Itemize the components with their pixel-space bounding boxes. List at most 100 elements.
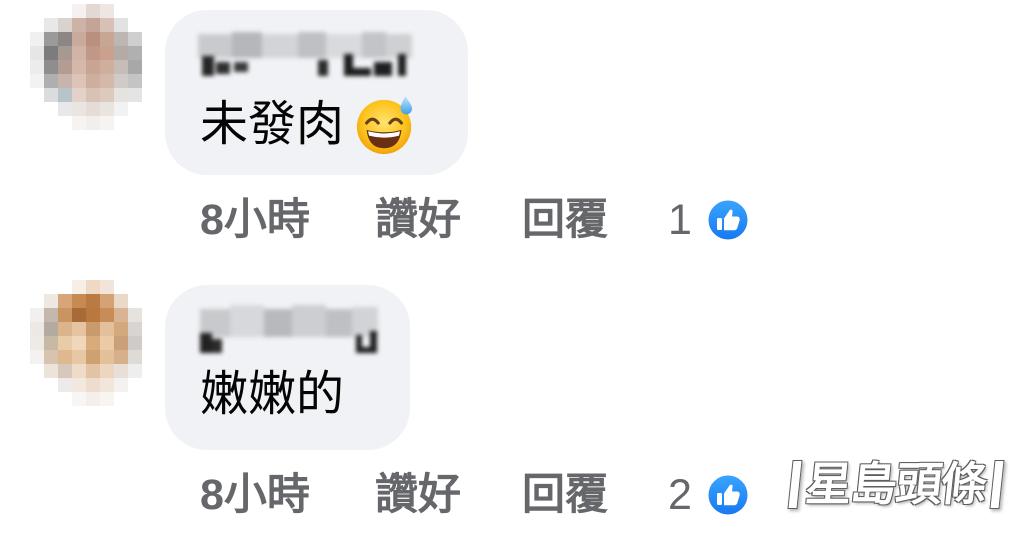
avatar-mosaic-cell bbox=[86, 4, 100, 18]
avatar-mosaic-cell bbox=[100, 88, 114, 102]
avatar-mosaic-cell bbox=[30, 32, 44, 46]
avatar-mosaic-cell bbox=[58, 88, 72, 102]
avatar-mosaic-cell bbox=[100, 46, 114, 60]
avatar-mosaic-cell bbox=[44, 32, 58, 46]
like-thumbs-up-icon[interactable] bbox=[705, 197, 751, 243]
avatar-mosaic-cell bbox=[114, 280, 128, 294]
avatar-mosaic-cell bbox=[86, 336, 100, 350]
avatar-mosaic-cell bbox=[86, 88, 100, 102]
grinning-face-with-sweat-icon bbox=[356, 95, 413, 155]
avatar-mosaic-cell bbox=[114, 336, 128, 350]
avatar-mosaic-cell bbox=[100, 294, 114, 308]
avatar-mosaic-cell bbox=[114, 392, 128, 406]
comment-text: 未發肉 bbox=[200, 98, 345, 151]
avatar-mosaic-cell bbox=[86, 294, 100, 308]
reaction-count[interactable]: 1 bbox=[668, 195, 692, 245]
avatar-mosaic-cell bbox=[72, 378, 86, 392]
avatar-mosaic-cell bbox=[72, 18, 86, 32]
avatar-mosaic-cell bbox=[58, 322, 72, 336]
like-button[interactable]: 讚好 bbox=[375, 470, 461, 520]
avatar-mosaic-cell bbox=[58, 116, 72, 130]
reply-button[interactable]: 回覆 bbox=[522, 195, 608, 245]
avatar-mosaic-cell bbox=[86, 102, 100, 116]
avatar-mosaic-cell bbox=[142, 378, 156, 392]
avatar-mosaic-cell bbox=[44, 74, 58, 88]
avatar-mosaic-cell bbox=[44, 308, 58, 322]
watermark-bar bbox=[787, 460, 803, 509]
avatar-mosaic-cell bbox=[114, 102, 128, 116]
avatar-mosaic-cell bbox=[114, 88, 128, 102]
redaction-block bbox=[344, 54, 353, 76]
avatar-mosaic-cell bbox=[114, 4, 128, 18]
avatar-mosaic-cell bbox=[86, 18, 100, 32]
avatar-mosaic-cell bbox=[114, 46, 128, 60]
avatar-mosaic-cell bbox=[44, 60, 58, 74]
avatar-mosaic-cell bbox=[142, 88, 156, 102]
avatar-mosaic-cell bbox=[72, 60, 86, 74]
avatar-mosaic-cell bbox=[58, 102, 72, 116]
avatar-mosaic-cell bbox=[44, 294, 58, 308]
avatar-mosaic-cell bbox=[44, 350, 58, 364]
avatar-mosaic-cell bbox=[142, 116, 156, 130]
avatar[interactable] bbox=[30, 4, 156, 130]
avatar-mosaic-cell bbox=[58, 336, 72, 350]
avatar-mosaic-cell bbox=[58, 308, 72, 322]
avatar-mosaic-cell bbox=[100, 378, 114, 392]
redaction-block bbox=[212, 339, 222, 353]
avatar-mosaic-cell bbox=[86, 74, 100, 88]
author-name-redacted[interactable] bbox=[200, 305, 378, 355]
avatar-mosaic-cell bbox=[142, 364, 156, 378]
avatar-mosaic-cell bbox=[100, 308, 114, 322]
avatar-mosaic-cell bbox=[30, 392, 44, 406]
like-button[interactable]: 讚好 bbox=[375, 195, 461, 245]
avatar-mosaic-cell bbox=[86, 364, 100, 378]
redaction-block bbox=[398, 54, 406, 76]
avatar-mosaic-cell bbox=[44, 392, 58, 406]
avatar-mosaic-cell bbox=[114, 116, 128, 130]
avatar-mosaic-cell bbox=[44, 88, 58, 102]
redaction-block bbox=[202, 56, 214, 76]
avatar-mosaic-cell bbox=[128, 322, 142, 336]
reply-button[interactable]: 回覆 bbox=[522, 470, 608, 520]
reaction-count[interactable]: 2 bbox=[668, 470, 692, 520]
avatar-mosaic-cell bbox=[58, 18, 72, 32]
avatar-mosaic-cell bbox=[142, 350, 156, 364]
redaction-block bbox=[232, 32, 262, 58]
avatar-mosaic-cell bbox=[100, 364, 114, 378]
redaction-block bbox=[326, 309, 352, 337]
redaction-block bbox=[234, 62, 248, 72]
avatar-mosaic-cell bbox=[72, 280, 86, 294]
avatar-mosaic-cell bbox=[30, 378, 44, 392]
like-thumbs-up-icon[interactable] bbox=[705, 472, 751, 518]
redaction-block bbox=[198, 34, 232, 58]
avatar-mosaic-cell bbox=[128, 350, 142, 364]
avatar-mosaic-cell bbox=[30, 102, 44, 116]
avatar-mosaic-cell bbox=[44, 4, 58, 18]
redaction-block bbox=[353, 68, 371, 76]
author-name-redacted[interactable] bbox=[198, 32, 412, 80]
avatar-mosaic-cell bbox=[72, 294, 86, 308]
watermark-bar bbox=[989, 460, 1005, 509]
avatar-mosaic-cell bbox=[58, 4, 72, 18]
avatar-mosaic-cell bbox=[128, 46, 142, 60]
comment-body: 嫩嫩的 bbox=[200, 364, 344, 426]
avatar-mosaic-cell bbox=[100, 392, 114, 406]
avatar-mosaic-cell bbox=[72, 32, 86, 46]
timestamp-link[interactable]: 8小時 bbox=[200, 470, 310, 520]
avatar-mosaic-cell bbox=[86, 60, 100, 74]
avatar-mosaic-cell bbox=[128, 364, 142, 378]
avatar-mosaic-cell bbox=[128, 378, 142, 392]
avatar-mosaic-cell bbox=[142, 60, 156, 74]
avatar-mosaic-cell bbox=[72, 46, 86, 60]
redaction-block bbox=[264, 309, 292, 337]
avatar-mosaic-cell bbox=[114, 74, 128, 88]
timestamp-link[interactable]: 8小時 bbox=[200, 195, 310, 245]
avatar-mosaic-cell bbox=[86, 280, 100, 294]
avatar-mosaic-cell bbox=[30, 336, 44, 350]
avatar-mosaic-cell bbox=[30, 74, 44, 88]
avatar-mosaic-cell bbox=[128, 116, 142, 130]
redaction-block bbox=[362, 32, 386, 58]
avatar[interactable] bbox=[30, 280, 156, 406]
avatar-mosaic-cell bbox=[128, 88, 142, 102]
avatar-mosaic-cell bbox=[58, 392, 72, 406]
